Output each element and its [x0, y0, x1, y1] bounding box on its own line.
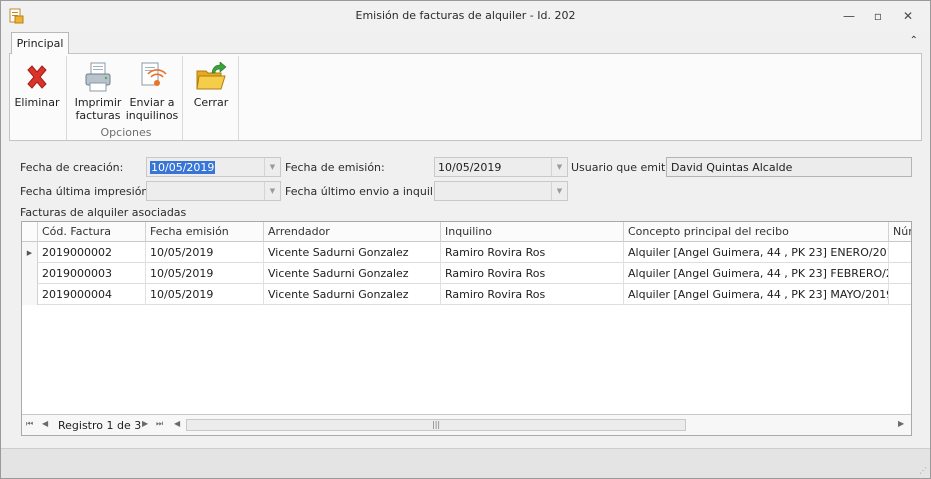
- column-header[interactable]: Concepto principal del recibo: [624, 222, 889, 242]
- column-header[interactable]: Núm: [889, 222, 911, 242]
- cell-numero[interactable]: [889, 242, 911, 263]
- column-header[interactable]: Cód. Factura: [38, 222, 146, 242]
- column-header[interactable]: Arrendador: [264, 222, 441, 242]
- fecha-emision-label: Fecha de emisión:: [285, 161, 385, 174]
- title-bar: Emisión de facturas de alquiler - Id. 20…: [1, 1, 930, 31]
- cell-inquilino[interactable]: Ramiro Rovira Ros: [441, 242, 624, 263]
- close-window-button[interactable]: ✕: [896, 6, 920, 26]
- ribbon-separator: [182, 56, 183, 140]
- fecha-creacion-label: Fecha de creación:: [20, 161, 124, 174]
- imprimir-facturas-button[interactable]: Imprimir facturas: [74, 58, 122, 122]
- window-title: Emisión de facturas de alquiler - Id. 20…: [355, 9, 576, 22]
- eliminar-button[interactable]: Eliminar: [14, 58, 60, 109]
- cell-fecha[interactable]: 10/05/2019: [146, 242, 264, 263]
- current-row-icon: ▶: [22, 242, 38, 263]
- cell-arrendador[interactable]: Vicente Sadurni Gonzalez: [264, 242, 441, 263]
- table-row[interactable]: 2019000004 10/05/2019 Vicente Sadurni Go…: [22, 284, 911, 305]
- fecha-envio-label: Fecha último envio a inquilino:: [285, 185, 454, 198]
- record-counter: Registro 1 de 3: [58, 419, 142, 432]
- enviar-inquilinos-button[interactable]: Enviar a inquilinos: [126, 58, 178, 122]
- grid-navigator: ⏮ ◀ Registro 1 de 3 ▶ ⏭ ◀ ||| ▶: [22, 414, 911, 435]
- scroll-thumb[interactable]: |||: [186, 419, 686, 431]
- cell-numero[interactable]: [889, 284, 911, 305]
- imprimir-label-1: Imprimir: [74, 96, 122, 109]
- cell-arrendador[interactable]: Vicente Sadurni Gonzalez: [264, 263, 441, 284]
- chevron-down-icon[interactable]: ▼: [551, 158, 567, 176]
- next-record-icon[interactable]: ▶: [142, 419, 148, 428]
- cell-codigo[interactable]: 2019000002: [38, 242, 146, 263]
- fecha-creacion-value: 10/05/2019: [150, 161, 216, 174]
- cell-inquilino[interactable]: Ramiro Rovira Ros: [441, 284, 624, 305]
- minimize-button[interactable]: —: [837, 6, 861, 26]
- enviar-label-1: Enviar a: [129, 96, 175, 109]
- ribbon-separator: [66, 56, 67, 140]
- printer-icon: [81, 58, 115, 96]
- cerrar-button[interactable]: Cerrar: [190, 58, 232, 109]
- tab-principal[interactable]: Principal: [11, 32, 69, 54]
- ribbon-separator: [238, 56, 239, 140]
- imprimir-label-2: facturas: [75, 109, 121, 122]
- fecha-creacion-field[interactable]: 10/05/2019 ▼: [146, 157, 281, 177]
- grid-header: Cód. Factura Fecha emisión Arrendador In…: [22, 222, 911, 242]
- cell-fecha[interactable]: 10/05/2019: [146, 284, 264, 305]
- usuario-value: David Quintas Alcalde: [671, 161, 793, 174]
- chevron-down-icon[interactable]: ▼: [264, 182, 280, 200]
- ribbon-collapse-button[interactable]: ⌃: [910, 35, 918, 46]
- scroll-grip-icon: |||: [432, 420, 441, 429]
- restore-button[interactable]: ▫: [866, 6, 890, 26]
- row-indicator: [22, 284, 38, 305]
- usuario-label: Usuario que emite:: [571, 161, 676, 174]
- folder-exit-icon: [194, 58, 228, 96]
- eliminar-label: Eliminar: [14, 96, 60, 109]
- cell-codigo[interactable]: 2019000003: [38, 263, 146, 284]
- cell-concepto[interactable]: Alquiler [Angel Guimera, 44 , PK 23] FEB…: [624, 263, 889, 284]
- ribbon-group-opciones: Opciones: [100, 126, 152, 139]
- enviar-label-2: inquilinos: [125, 109, 179, 122]
- invoice-form: Fecha de creación: 10/05/2019 ▼ Fecha de…: [9, 143, 922, 448]
- column-header[interactable]: Fecha emisión: [146, 222, 264, 242]
- cell-numero[interactable]: [889, 263, 911, 284]
- cell-concepto[interactable]: Alquiler [Angel Guimera, 44 , PK 23] ENE…: [624, 242, 889, 263]
- column-header[interactable]: Inquilino: [441, 222, 624, 242]
- cell-fecha[interactable]: 10/05/2019: [146, 263, 264, 284]
- fecha-emision-value: 10/05/2019: [438, 161, 502, 174]
- row-indicator-header: [22, 222, 38, 242]
- main-window: Emisión de facturas de alquiler - Id. 20…: [0, 0, 931, 479]
- cell-codigo[interactable]: 2019000004: [38, 284, 146, 305]
- cell-inquilino[interactable]: Ramiro Rovira Ros: [441, 263, 624, 284]
- horizontal-scrollbar[interactable]: ◀ ||| ▶: [174, 418, 909, 432]
- fecha-impresion-label: Fecha última impresión:: [20, 185, 153, 198]
- chevron-down-icon[interactable]: ▼: [551, 182, 567, 200]
- cell-arrendador[interactable]: Vicente Sadurni Gonzalez: [264, 284, 441, 305]
- fecha-impresion-field[interactable]: ▼: [146, 181, 281, 201]
- row-indicator: [22, 263, 38, 284]
- status-bar: ⋰: [1, 448, 930, 478]
- fecha-emision-field[interactable]: 10/05/2019 ▼: [434, 157, 568, 177]
- ribbon-panel: Eliminar Imprimir facturas Enviar a inqu…: [9, 53, 922, 141]
- table-row[interactable]: 2019000003 10/05/2019 Vicente Sadurni Go…: [22, 263, 911, 284]
- scroll-left-icon[interactable]: ◀: [174, 419, 180, 428]
- red-x-icon: [20, 58, 54, 96]
- cerrar-label: Cerrar: [193, 96, 229, 109]
- prev-record-icon[interactable]: ◀: [42, 419, 48, 428]
- grid-section-label: Facturas de alquiler asociadas: [20, 206, 187, 219]
- fecha-envio-field[interactable]: ▼: [434, 181, 568, 201]
- resize-grip-icon[interactable]: ⋰: [919, 466, 927, 475]
- table-row[interactable]: ▶ 2019000002 10/05/2019 Vicente Sadurni …: [22, 242, 911, 263]
- invoices-grid: Cód. Factura Fecha emisión Arrendador In…: [21, 221, 912, 436]
- send-broadcast-icon: [135, 58, 169, 96]
- usuario-field[interactable]: David Quintas Alcalde: [666, 157, 912, 177]
- chevron-down-icon[interactable]: ▼: [264, 158, 280, 176]
- first-record-icon[interactable]: ⏮: [26, 419, 33, 429]
- scroll-right-icon[interactable]: ▶: [898, 419, 904, 428]
- last-record-icon[interactable]: ⏭: [156, 419, 163, 429]
- cell-concepto[interactable]: Alquiler [Angel Guimera, 44 , PK 23] MAY…: [624, 284, 889, 305]
